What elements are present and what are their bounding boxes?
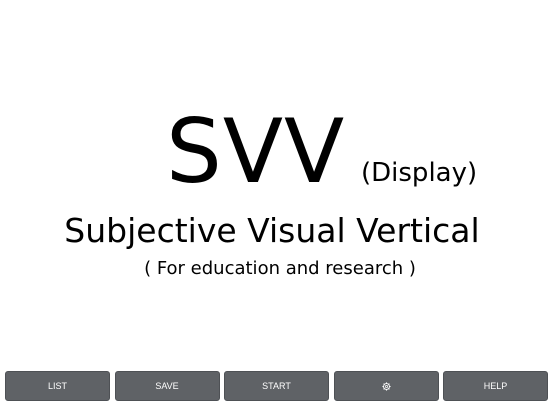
list-button-label: LIST bbox=[47, 381, 67, 391]
bottom-toolbar: LIST SAVE START HELP bbox=[5, 371, 548, 401]
app-title-mode: (Display) bbox=[361, 158, 478, 188]
usage-note: ( For education and research ) bbox=[144, 258, 416, 279]
save-button[interactable]: SAVE bbox=[114, 371, 220, 401]
help-button[interactable]: HELP bbox=[443, 371, 548, 401]
app-title: SVV bbox=[166, 100, 346, 203]
app-subtitle: Subjective Visual Vertical bbox=[64, 211, 480, 250]
settings-button[interactable] bbox=[333, 371, 439, 401]
help-button-label: HELP bbox=[483, 381, 508, 391]
gear-icon bbox=[381, 381, 391, 391]
list-button[interactable]: LIST bbox=[5, 371, 110, 401]
start-button-label: START bbox=[262, 381, 291, 391]
start-button[interactable]: START bbox=[224, 371, 329, 401]
save-button-label: SAVE bbox=[155, 381, 179, 391]
title-row: SVV (Display) bbox=[0, 106, 552, 198]
